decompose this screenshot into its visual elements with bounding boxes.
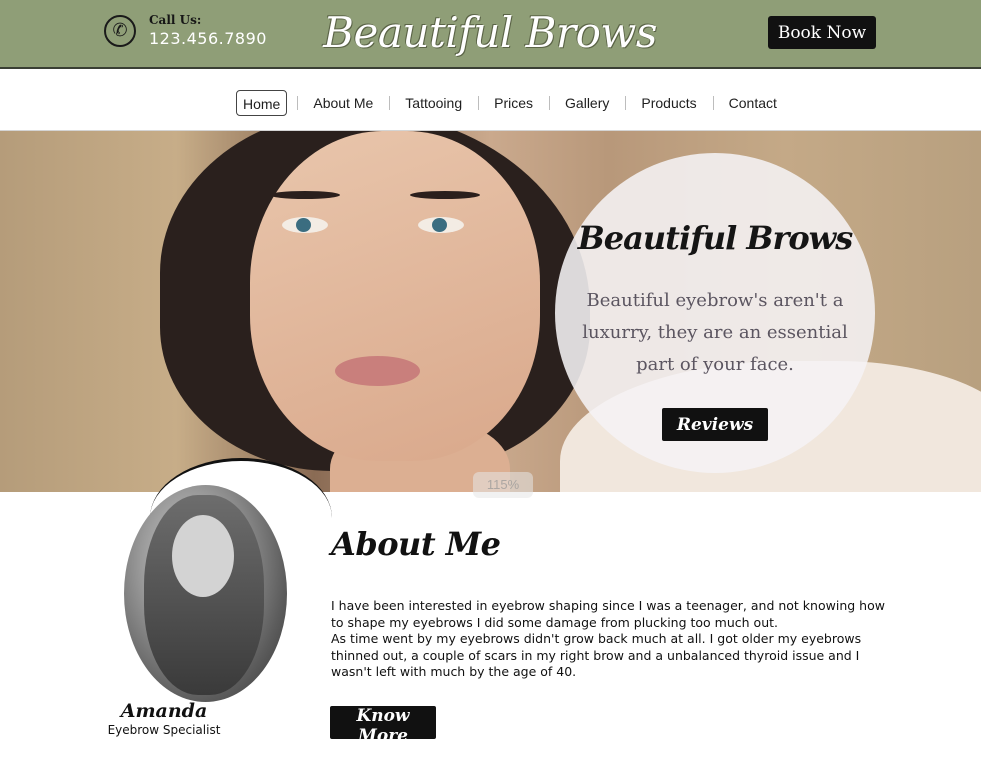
book-now-button[interactable]: Book Now	[768, 16, 876, 49]
nav-item-home[interactable]: Home	[236, 90, 288, 116]
reviews-button[interactable]: Reviews	[662, 408, 768, 441]
about-paragraph: I have been interested in eyebrow shapin…	[331, 598, 885, 630]
hero-tagline: Beautiful eyebrow's aren't a luxurry, th…	[582, 290, 848, 375]
nav-item-products[interactable]: Products	[625, 90, 712, 116]
call-label: Call Us:	[149, 13, 202, 27]
nav-item-prices[interactable]: Prices	[478, 90, 549, 116]
hero-photo-eye	[418, 217, 464, 233]
person-name: Amanda	[120, 700, 208, 722]
hero-callout: Beautiful Brows Beautiful eyebrow's aren…	[555, 153, 875, 473]
about-paragraph: As time went by my eyebrows didn't grow …	[331, 631, 862, 680]
hero-title: Beautiful Brows	[577, 219, 853, 257]
avatar	[124, 485, 287, 702]
phone-number[interactable]: 123.456.7890	[149, 31, 267, 47]
portrait-face	[172, 515, 234, 597]
hero-photo-brow	[410, 191, 480, 199]
about-text: I have been interested in eyebrow shapin…	[331, 598, 891, 681]
zoom-indicator: 115%	[473, 472, 533, 498]
top-bar: ✆ Call Us: 123.456.7890 Beautiful Brows …	[0, 0, 981, 69]
hero-banner: Beautiful Brows Beautiful eyebrow's aren…	[0, 131, 981, 492]
hero-photo-lips	[335, 356, 420, 386]
about-title: About Me	[331, 525, 501, 563]
nav-item-gallery[interactable]: Gallery	[549, 90, 625, 116]
main-nav: Home About Me Tattooing Prices Gallery P…	[0, 69, 981, 131]
know-more-button[interactable]: Know More	[330, 706, 436, 746]
phone-icon: ✆	[104, 14, 136, 47]
call-us: ✆ Call Us: 123.456.7890	[104, 14, 267, 47]
nav-item-about-me[interactable]: About Me	[297, 90, 389, 116]
person-role: Eyebrow Specialist	[107, 723, 221, 737]
hero-photo-face	[250, 131, 540, 461]
hero-photo-brow	[270, 191, 340, 199]
nav-item-tattooing[interactable]: Tattooing	[389, 90, 478, 116]
brand-logo[interactable]: Beautiful Brows	[323, 4, 657, 60]
nav-item-contact[interactable]: Contact	[712, 90, 793, 116]
hero-photo-eye	[282, 217, 328, 233]
